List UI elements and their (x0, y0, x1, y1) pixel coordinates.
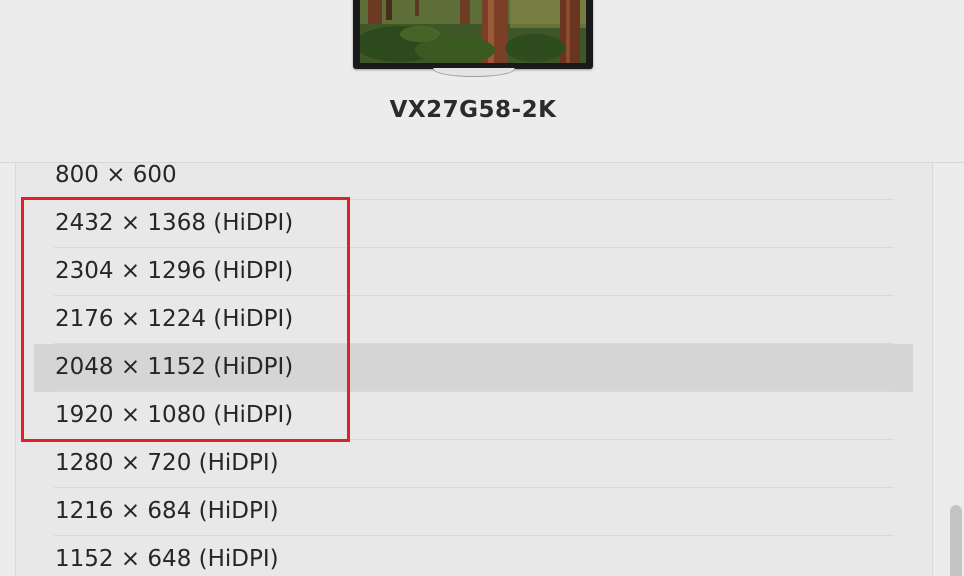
resolution-list-pane: 800 × 600 2432 × 1368 (HiDPI) 2304 × 129… (15, 162, 933, 576)
resolution-option[interactable]: 2048 × 1152 (HiDPI) (16, 344, 932, 392)
resolution-option[interactable]: 2176 × 1224 (HiDPI) (16, 296, 932, 344)
display-settings-window: 800 × 600 2432 × 1368 (HiDPI) 2304 × 129… (0, 0, 964, 576)
scrollbar-thumb[interactable] (950, 505, 962, 576)
resolution-list: 800 × 600 2432 × 1368 (HiDPI) 2304 × 129… (16, 152, 932, 576)
resolution-label: 2304 × 1296 (HiDPI) (55, 258, 294, 284)
resolution-label: 1152 × 648 (HiDPI) (55, 546, 279, 572)
monitor-stand-icon (433, 68, 515, 77)
resolution-label: 1280 × 720 (HiDPI) (55, 450, 279, 476)
resolution-option[interactable]: 2432 × 1368 (HiDPI) (16, 200, 932, 248)
resolution-option[interactable]: 1920 × 1080 (HiDPI) (16, 392, 932, 440)
resolution-label: 800 × 600 (55, 162, 177, 188)
display-header: VX27G58-2K (0, 0, 964, 163)
resolution-option[interactable]: 2304 × 1296 (HiDPI) (16, 248, 932, 296)
resolution-option[interactable]: 1216 × 684 (HiDPI) (16, 488, 932, 536)
resolution-option[interactable]: 1280 × 720 (HiDPI) (16, 440, 932, 488)
monitor-preview-icon (353, 0, 593, 69)
display-name: VX27G58-2K (389, 97, 557, 123)
resolution-label: 2048 × 1152 (HiDPI) (55, 354, 294, 380)
resolution-label: 2176 × 1224 (HiDPI) (55, 306, 294, 332)
forest-wallpaper-icon (360, 0, 586, 63)
resolution-label: 2432 × 1368 (HiDPI) (55, 210, 294, 236)
resolution-label: 1216 × 684 (HiDPI) (55, 498, 279, 524)
resolution-label: 1920 × 1080 (HiDPI) (55, 402, 294, 428)
resolution-option[interactable]: 1152 × 648 (HiDPI) (16, 536, 932, 576)
